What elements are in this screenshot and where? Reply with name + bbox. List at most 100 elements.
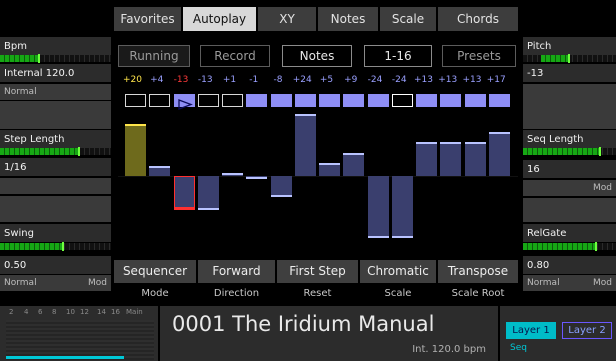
- step-toggle[interactable]: [294, 94, 316, 107]
- step-bar[interactable]: [464, 142, 486, 176]
- meter-channel-label: 4: [24, 308, 29, 316]
- step-bar[interactable]: [197, 176, 219, 210]
- bpm-label[interactable]: Bpm: [0, 37, 111, 55]
- step-toggle[interactable]: [488, 94, 510, 107]
- step-bar[interactable]: [125, 124, 146, 176]
- preset-title[interactable]: 0001 The Iridium Manual: [172, 312, 434, 336]
- swing-meter[interactable]: [0, 242, 111, 251]
- step-toggle[interactable]: [173, 94, 195, 110]
- tab-autoplay[interactable]: Autoplay: [183, 7, 256, 31]
- step-value: -24: [367, 75, 383, 85]
- step-toggle[interactable]: [222, 94, 243, 107]
- step-bar[interactable]: [391, 176, 413, 239]
- top-left-blank: [0, 0, 111, 34]
- bpm-value[interactable]: Internal 120.0: [0, 64, 111, 82]
- step-toggle[interactable]: [319, 94, 340, 107]
- bpm-meter[interactable]: [0, 54, 111, 63]
- step-value: +13: [414, 75, 433, 85]
- step-bar[interactable]: [488, 131, 510, 176]
- step-bar-cap: [343, 152, 365, 155]
- step-bar[interactable]: [319, 163, 340, 176]
- step-bar[interactable]: [416, 142, 437, 176]
- notes-button[interactable]: Notes: [282, 45, 352, 67]
- bpm-mode[interactable]: Normal: [0, 84, 111, 100]
- swing-mod-label[interactable]: Mod: [88, 277, 107, 289]
- step-toggle[interactable]: [343, 94, 365, 107]
- step-toggle[interactable]: [125, 94, 146, 107]
- step-length-label[interactable]: Step Length: [0, 130, 111, 148]
- step-bar[interactable]: [149, 165, 171, 176]
- meter-channel-label: 2: [9, 308, 14, 316]
- step-toggle[interactable]: [416, 94, 437, 107]
- step-bar[interactable]: [246, 176, 268, 179]
- layer-1-button[interactable]: Layer 1: [506, 322, 556, 339]
- step-toggle[interactable]: [270, 94, 292, 107]
- direction-label: Direction: [213, 288, 260, 299]
- seq-length-value[interactable]: 16: [523, 160, 616, 178]
- relgate-label[interactable]: RelGate: [523, 224, 616, 242]
- range-button[interactable]: 1-16: [364, 45, 432, 67]
- step-bar[interactable]: [440, 142, 462, 176]
- relgate-meter[interactable]: [523, 242, 616, 251]
- step-value: -24: [391, 75, 407, 85]
- step-bar-cap: [391, 236, 413, 239]
- layer-2-button[interactable]: Layer 2: [562, 322, 612, 339]
- step-bar-cap: [270, 194, 292, 197]
- seq-length-mod-label[interactable]: Mod: [593, 182, 612, 194]
- seq-length-meter[interactable]: [523, 147, 616, 156]
- pitch-label[interactable]: Pitch: [523, 37, 616, 55]
- step-toggle[interactable]: [197, 94, 219, 107]
- reset-value[interactable]: First Step: [277, 260, 358, 283]
- step-bar[interactable]: [173, 176, 195, 210]
- step-bar[interactable]: [367, 176, 389, 239]
- step-toggle[interactable]: [246, 94, 268, 107]
- relgate-mode[interactable]: Normal Mod: [523, 275, 616, 291]
- direction-value[interactable]: Forward: [198, 260, 275, 283]
- title-panel: 0001 The Iridium Manual Int. 120.0 bpm: [160, 306, 498, 361]
- scale-root-value[interactable]: Transpose: [438, 260, 518, 283]
- step-bar-cap: [294, 113, 316, 116]
- tab-chords[interactable]: Chords: [438, 7, 518, 31]
- step-length-meter[interactable]: [0, 147, 111, 156]
- mode-value[interactable]: Sequencer: [114, 260, 196, 283]
- pitch-empty-row: [523, 84, 616, 129]
- step-bar[interactable]: [343, 152, 365, 176]
- pitch-meter[interactable]: [523, 54, 616, 63]
- swing-value[interactable]: 0.50: [0, 256, 111, 274]
- seq-length-label[interactable]: Seq Length: [523, 130, 616, 148]
- running-button[interactable]: Running: [118, 45, 190, 67]
- step-toggle[interactable]: [391, 94, 413, 107]
- step-bar-cap: [149, 165, 171, 168]
- step-value: -1: [249, 75, 259, 85]
- step-bar[interactable]: [270, 176, 292, 197]
- step-bar-cap: [367, 236, 389, 239]
- step-value: -13: [197, 75, 213, 85]
- step-bar[interactable]: [294, 113, 316, 176]
- step-toggle[interactable]: [464, 94, 486, 107]
- step-toggle[interactable]: [367, 94, 389, 107]
- step-value: +9: [344, 75, 358, 85]
- tab-xy[interactable]: XY: [258, 7, 316, 31]
- relgate-mod-label[interactable]: Mod: [593, 277, 612, 289]
- presets-button[interactable]: Presets: [442, 45, 516, 67]
- step-value: +13: [462, 75, 482, 85]
- step-bar[interactable]: [222, 173, 243, 176]
- step-length-value[interactable]: 1/16: [0, 158, 111, 176]
- step-toggle[interactable]: [149, 94, 171, 107]
- swing-label[interactable]: Swing: [0, 224, 111, 242]
- tab-scale[interactable]: Scale: [380, 7, 436, 31]
- step-toggle[interactable]: [440, 94, 462, 107]
- step-graph[interactable]: [118, 113, 518, 256]
- tab-favorites[interactable]: Favorites: [114, 7, 181, 31]
- seq-length-mod[interactable]: Mod: [523, 180, 616, 196]
- scale-value[interactable]: Chromatic: [360, 260, 436, 283]
- relgate-value[interactable]: 0.80: [523, 256, 616, 274]
- step-value: +4: [150, 75, 164, 85]
- step-bar-cap: [197, 207, 219, 210]
- meter-channel-label: Main: [126, 308, 143, 316]
- swing-mode[interactable]: Normal Mod: [0, 275, 111, 291]
- bpm-mode-label: Normal: [4, 87, 37, 97]
- record-button[interactable]: Record: [200, 45, 270, 67]
- tab-notes[interactable]: Notes: [318, 7, 378, 31]
- pitch-value[interactable]: -13: [523, 64, 616, 82]
